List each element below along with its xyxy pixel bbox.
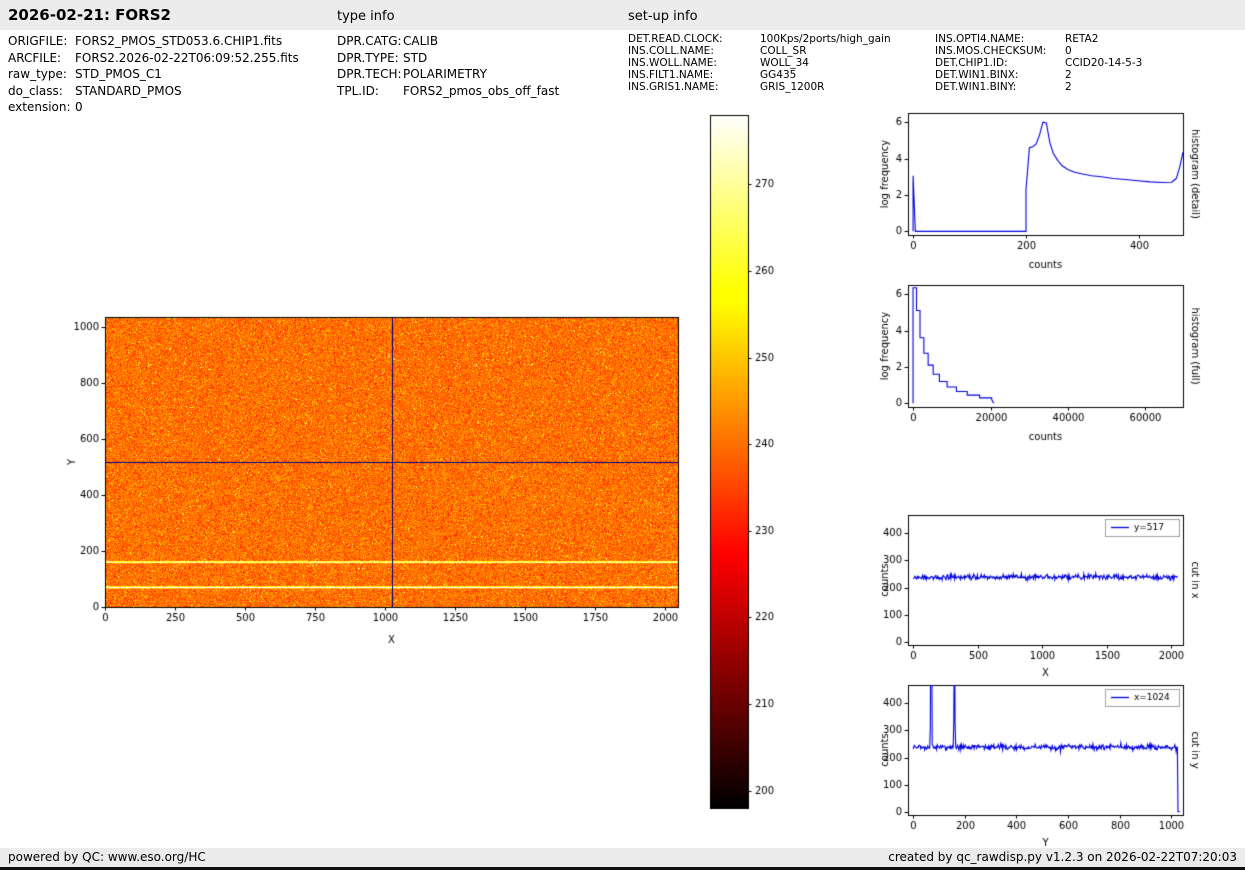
info-field-row: ORIGFILE: FORS2_PMOS_STD053.6.CHIP1.fits — [8, 33, 299, 50]
field-label: DET.WIN1.BINX: — [935, 69, 1019, 81]
field-value: COLL_SR — [760, 45, 807, 57]
setup-info-column-1: DET.READ.CLOCK: 100Kps/2ports/high_gain IN… — [628, 33, 891, 93]
info-field-row: INS.MOS.CHECKSUM: 0 — [935, 45, 1142, 57]
field-value: RETA2 — [1065, 33, 1099, 45]
info-field-row: ARCFILE: FORS2.2026-02-22T06:09:52.255.fi… — [8, 50, 299, 67]
footer-left-text: powered by QC: www.eso.org/HC — [8, 850, 206, 864]
setup-info-heading: set-up info — [628, 9, 698, 24]
histogram-detail-plot — [875, 105, 1205, 275]
cut-in-y-plot — [875, 677, 1205, 852]
info-field-row: INS.FILT1.NAME: GG435 — [628, 69, 891, 81]
page-title: 2026-02-21: FORS2 — [8, 6, 171, 24]
field-label: INS.FILT1.NAME: — [628, 69, 714, 81]
info-field-row: DET.READ.CLOCK: 100Kps/2ports/high_gain — [628, 33, 891, 45]
field-label: INS.COLL.NAME: — [628, 45, 714, 57]
info-field-row: do_class: STANDARD_PMOS — [8, 83, 299, 100]
field-label: extension: — [8, 100, 71, 114]
field-label: DET.WIN1.BINY: — [935, 81, 1017, 93]
field-value: POLARIMETRY — [403, 67, 487, 81]
field-label: INS.OPTI4.NAME: — [935, 33, 1025, 45]
info-field-row: DPR.CATG:CALIB — [337, 33, 559, 50]
field-value: FORS2.2026-02-22T06:09:52.255.fits — [75, 50, 299, 65]
colorbar — [705, 110, 775, 815]
field-value: GRIS_1200R — [760, 81, 825, 93]
field-value: CCID20-14-5-3 — [1065, 57, 1143, 69]
field-label: ORIGFILE: — [8, 34, 68, 48]
field-label: DPR.TECH: — [337, 67, 402, 81]
field-value: STD_PMOS_C1 — [75, 67, 162, 81]
info-field-row: INS.COLL.NAME: COLL_SR — [628, 45, 891, 57]
info-field-row: DET.WIN1.BINY: 2 — [935, 81, 1142, 93]
info-field-row: DPR.TYPE: STD — [337, 50, 559, 67]
field-value: FORS2_PMOS_STD053.6.CHIP1.fits — [75, 34, 283, 48]
field-label: INS.WOLL.NAME: — [628, 57, 717, 69]
setup-info-column-2: INS.OPTI4.NAME: RETA2 INS.MOS.CHECKSUM: 0 DE… — [935, 33, 1142, 93]
field-value: FORS2_pmos_obs_off_fast — [403, 83, 560, 98]
field-value: 0 — [75, 100, 83, 114]
field-label: DPR.CATG: — [337, 34, 402, 48]
type-info-heading: type info — [337, 9, 395, 24]
info-field-row: INS.GRIS1.NAME: GRIS_1200R — [628, 81, 891, 93]
file-info-column: ORIGFILE: FORS2_PMOS_STD053.6.CHIP1.fits A… — [8, 33, 299, 116]
info-field-row: DET.WIN1.BINX: 2 — [935, 69, 1142, 81]
field-label: do_class: — [8, 83, 63, 98]
field-value: 2 — [1065, 69, 1072, 81]
field-label: DET.CHIP1.ID: — [935, 57, 1008, 69]
footer-right-text: created by qc_rawdisp.py v1.2.3 on 2026-… — [888, 850, 1237, 864]
field-label: raw_type: — [8, 67, 67, 81]
info-field-row: DPR.TECH:POLARIMETRY — [337, 66, 559, 83]
field-value: GG435 — [760, 69, 797, 81]
qc-report-page: 2026-02-21: FORS2 type info set-up info … — [0, 0, 1245, 870]
footer-bar: powered by QC: www.eso.org/HC created by… — [0, 848, 1245, 870]
histogram-full-plot — [875, 277, 1205, 447]
cut-in-x-plot — [875, 507, 1205, 682]
type-info-column: DPR.CATG:CALIB DPR.TYPE: STD DPR.TECH:POLAR… — [337, 33, 559, 99]
info-field-row: raw_type: STD_PMOS_C1 — [8, 66, 299, 83]
info-field-row: INS.OPTI4.NAME: RETA2 — [935, 33, 1142, 45]
field-value: CALIB — [403, 34, 439, 48]
info-field-row: INS.WOLL.NAME: WOLL_34 — [628, 57, 891, 69]
raw-image-plot — [60, 310, 690, 655]
top-bar: 2026-02-21: FORS2 type info set-up info — [0, 0, 1245, 30]
field-value: WOLL_34 — [760, 57, 809, 69]
field-label: INS.MOS.CHECKSUM: — [935, 45, 1047, 57]
field-label: DET.READ.CLOCK: — [628, 33, 723, 45]
field-label: TPL.ID: — [337, 83, 379, 98]
field-label: INS.GRIS1.NAME: — [628, 81, 719, 93]
info-field-row: DET.CHIP1.ID: CCID20-14-5-3 — [935, 57, 1142, 69]
field-value: STANDARD_PMOS — [75, 83, 182, 98]
info-field-row: extension: 0 — [8, 99, 299, 116]
field-value: 0 — [1065, 45, 1072, 57]
field-value: 2 — [1065, 81, 1072, 93]
field-value: STD — [403, 50, 428, 65]
info-field-row: TPL.ID: FORS2_pmos_obs_off_fast — [337, 83, 559, 100]
field-value: 100Kps/2ports/high_gain — [760, 33, 891, 45]
field-label: DPR.TYPE: — [337, 50, 399, 65]
field-label: ARCFILE: — [8, 50, 62, 65]
